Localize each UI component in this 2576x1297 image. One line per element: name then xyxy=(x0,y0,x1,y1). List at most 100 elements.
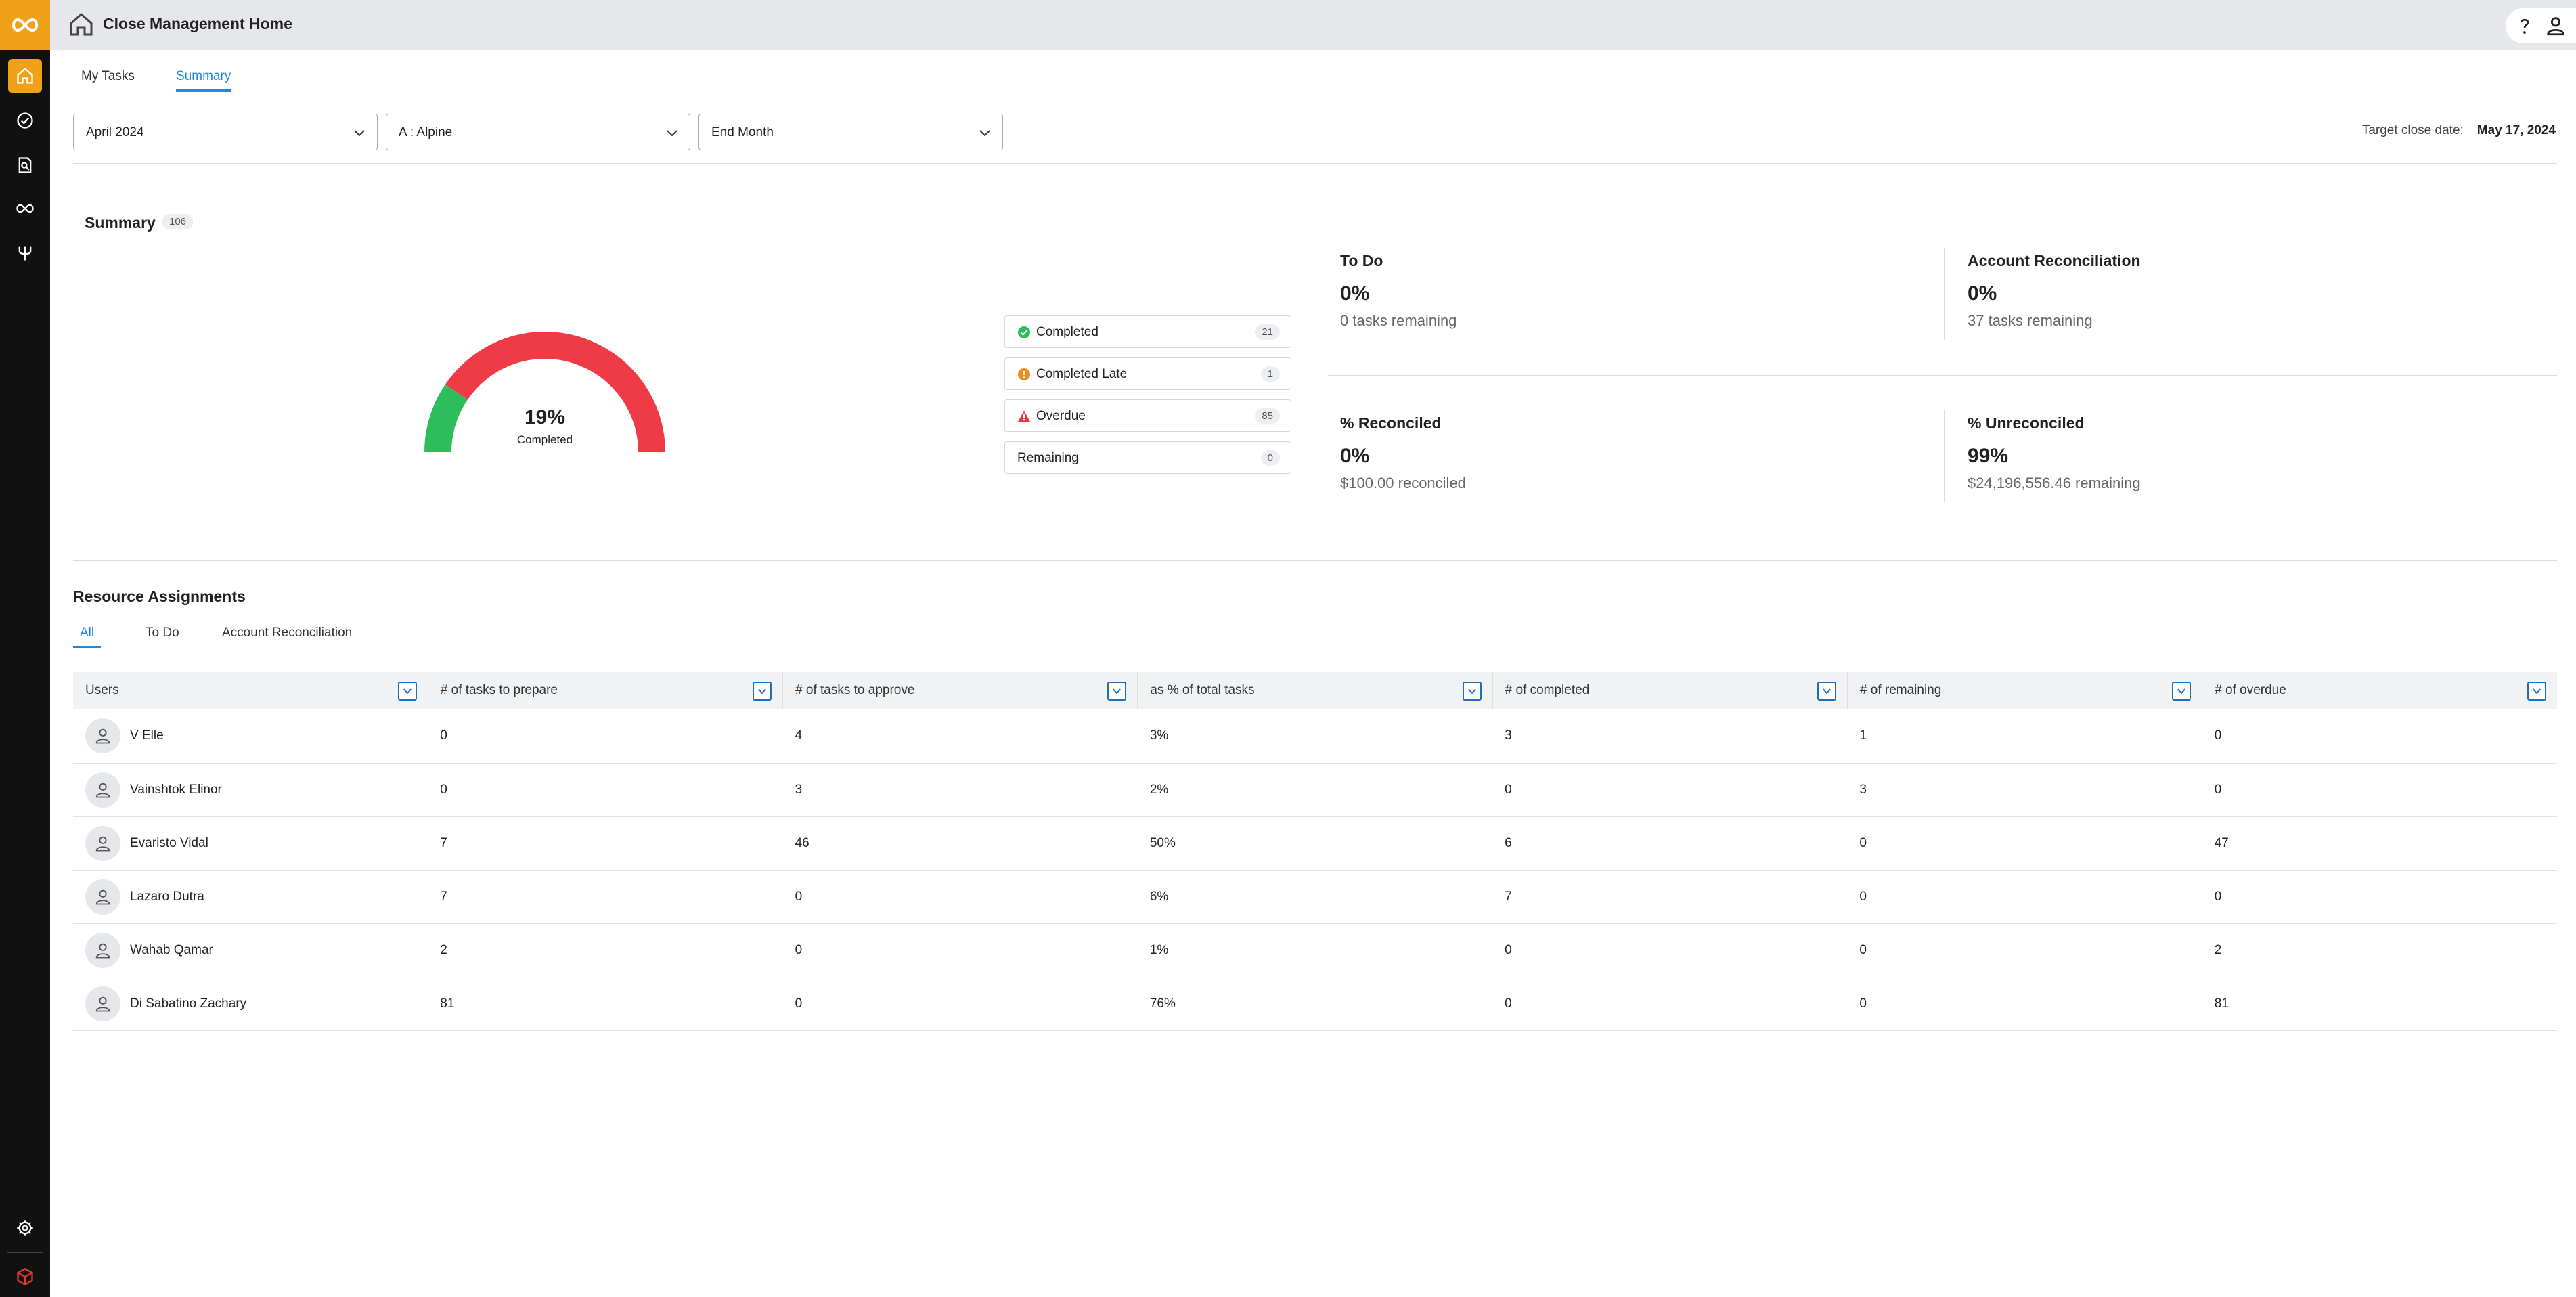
legend-completed[interactable]: Completed 21 xyxy=(1004,315,1291,348)
nav-home[interactable] xyxy=(0,56,50,96)
table-cell: 0 xyxy=(428,709,783,764)
filter-button[interactable] xyxy=(2172,682,2192,701)
table-row[interactable]: Vainshtok Elinor 0 3 2% 0 3 0 xyxy=(73,763,2557,817)
user-icon xyxy=(95,889,110,904)
table-cell: 4 xyxy=(782,709,1138,764)
home-icon xyxy=(17,67,33,84)
tab-to-do[interactable]: To Do xyxy=(146,625,179,646)
table-cell: 2% xyxy=(1137,763,1493,817)
tab-account-reconciliation[interactable]: Account Reconciliation xyxy=(222,625,352,646)
table-cell: 7 xyxy=(1492,870,1848,924)
summary-bottom-divider xyxy=(73,560,2557,561)
chevron-down-icon xyxy=(403,688,412,695)
target-close-label: Target close date: xyxy=(2361,123,2464,137)
gauge-percent: 19% xyxy=(524,406,566,428)
cube-icon xyxy=(17,1267,33,1286)
stat-unreconciled: % Unreconciled 99% $24,196,556.46 remain… xyxy=(1968,414,2141,492)
legend-label: Overdue xyxy=(1036,409,1086,423)
nav-tasks[interactable] xyxy=(0,100,50,141)
user-cell-content: Evaristo Vidal xyxy=(85,825,428,861)
avatar xyxy=(85,879,120,915)
table-cell: 6% xyxy=(1137,870,1493,924)
infinity-icon xyxy=(16,204,34,213)
warning-circle-icon xyxy=(1018,368,1030,380)
page-tabs: My Tasks Summary xyxy=(73,65,2557,93)
tab-my-tasks[interactable]: My Tasks xyxy=(81,69,135,89)
tab-summary[interactable]: Summary xyxy=(176,69,231,92)
filters-divider xyxy=(73,163,2557,164)
user-name: Evaristo Vidal xyxy=(130,835,208,850)
column-header-remaining[interactable]: # of remaining xyxy=(1847,672,2203,709)
table-row[interactable]: Lazaro Dutra 7 0 6% 7 0 0 xyxy=(73,870,2557,924)
stat-percent: 99% xyxy=(1968,445,2009,467)
table-cell: 76% xyxy=(1137,977,1493,1031)
table-cell: 0 xyxy=(1847,870,2202,924)
filter-button[interactable] xyxy=(753,682,772,701)
stat-reconciled: % Reconciled 0% $100.00 reconciled xyxy=(1340,414,1466,492)
nav-workflow[interactable] xyxy=(0,233,50,273)
target-close-date: Target close date: May 17, 2024 xyxy=(2362,123,2556,138)
table-cell: 7 xyxy=(428,870,783,924)
table-cell: 3 xyxy=(1492,709,1848,764)
nav-product[interactable] xyxy=(0,1256,50,1297)
table-row[interactable]: Wahab Qamar 2 0 1% 0 0 2 xyxy=(73,923,2557,977)
gear-icon xyxy=(17,1220,33,1236)
legend-count: 0 xyxy=(1260,450,1280,466)
table-cell: 0 xyxy=(782,870,1138,924)
column-header-overdue[interactable]: # of overdue xyxy=(2202,672,2557,709)
table-cell: 7 xyxy=(428,816,783,871)
period-value: April 2024 xyxy=(86,125,144,139)
nav-review[interactable] xyxy=(0,145,50,185)
tab-all[interactable]: All xyxy=(73,625,102,648)
table-cell: 47 xyxy=(2202,816,2557,871)
table-cell: 3 xyxy=(782,763,1138,817)
avatar xyxy=(85,986,120,1021)
legend-count: 21 xyxy=(1255,324,1280,340)
table-cell: 0 xyxy=(1492,763,1848,817)
filter-button[interactable] xyxy=(1107,682,1127,701)
table-row[interactable]: Evaristo Vidal 7 46 50% 6 0 47 xyxy=(73,816,2557,871)
legend-label: Remaining xyxy=(1017,451,1079,465)
search-document-icon xyxy=(18,157,32,173)
table-cell: 2 xyxy=(428,923,783,977)
table-cell: 81 xyxy=(2202,977,2557,1031)
entity-select[interactable]: A : Alpine xyxy=(386,114,690,150)
legend-label: Completed Late xyxy=(1036,367,1128,381)
period-select[interactable]: April 2024 xyxy=(73,114,378,150)
help-icon[interactable] xyxy=(2514,14,2535,37)
app-logo[interactable] xyxy=(0,0,50,50)
legend-completed-late[interactable]: Completed Late 1 xyxy=(1004,357,1291,390)
table-cell: 1% xyxy=(1137,923,1493,977)
schedule-select[interactable]: End Month xyxy=(698,114,1003,150)
table-row[interactable]: V Elle 0 4 3% 3 1 0 xyxy=(73,709,2557,764)
chevron-down-icon xyxy=(354,130,365,137)
filter-button[interactable] xyxy=(397,682,417,701)
home-icon[interactable] xyxy=(68,11,95,38)
column-header-completed[interactable]: # of completed xyxy=(1492,672,1848,709)
legend-remaining[interactable]: Remaining 0 xyxy=(1004,441,1291,474)
filter-button[interactable] xyxy=(1462,682,1482,701)
table-cell: 0 xyxy=(1847,923,2202,977)
column-header-approve[interactable]: # of tasks to approve xyxy=(782,672,1138,709)
legend-overdue[interactable]: Overdue 85 xyxy=(1004,399,1291,432)
table-cell: 0 xyxy=(2202,763,2557,817)
table-cell: 3% xyxy=(1137,709,1493,764)
chevron-down-icon xyxy=(2533,688,2541,695)
avatar xyxy=(85,932,120,968)
nav-settings[interactable] xyxy=(0,1208,50,1248)
stat-sub: 0 tasks remaining xyxy=(1340,312,1457,329)
gauge-caption: Completed xyxy=(516,433,573,446)
user-icon[interactable] xyxy=(2544,14,2567,37)
avatar xyxy=(85,718,120,754)
column-header-users[interactable]: Users xyxy=(73,672,428,709)
column-header-percent-total[interactable]: as % of total tasks xyxy=(1137,672,1493,709)
table-cell: 0 xyxy=(1492,977,1848,1031)
table-row[interactable]: Di Sabatino Zachary 81 0 76% 0 0 81 xyxy=(73,977,2557,1031)
filter-button[interactable] xyxy=(2527,682,2546,701)
check-circle-icon xyxy=(1018,326,1030,338)
table-cell: 0 xyxy=(2202,870,2557,924)
nav-reconciliation[interactable] xyxy=(0,188,50,229)
column-header-prepare[interactable]: # of tasks to prepare xyxy=(428,672,784,709)
schedule-value: End Month xyxy=(711,125,774,139)
filter-button[interactable] xyxy=(1817,682,1836,701)
